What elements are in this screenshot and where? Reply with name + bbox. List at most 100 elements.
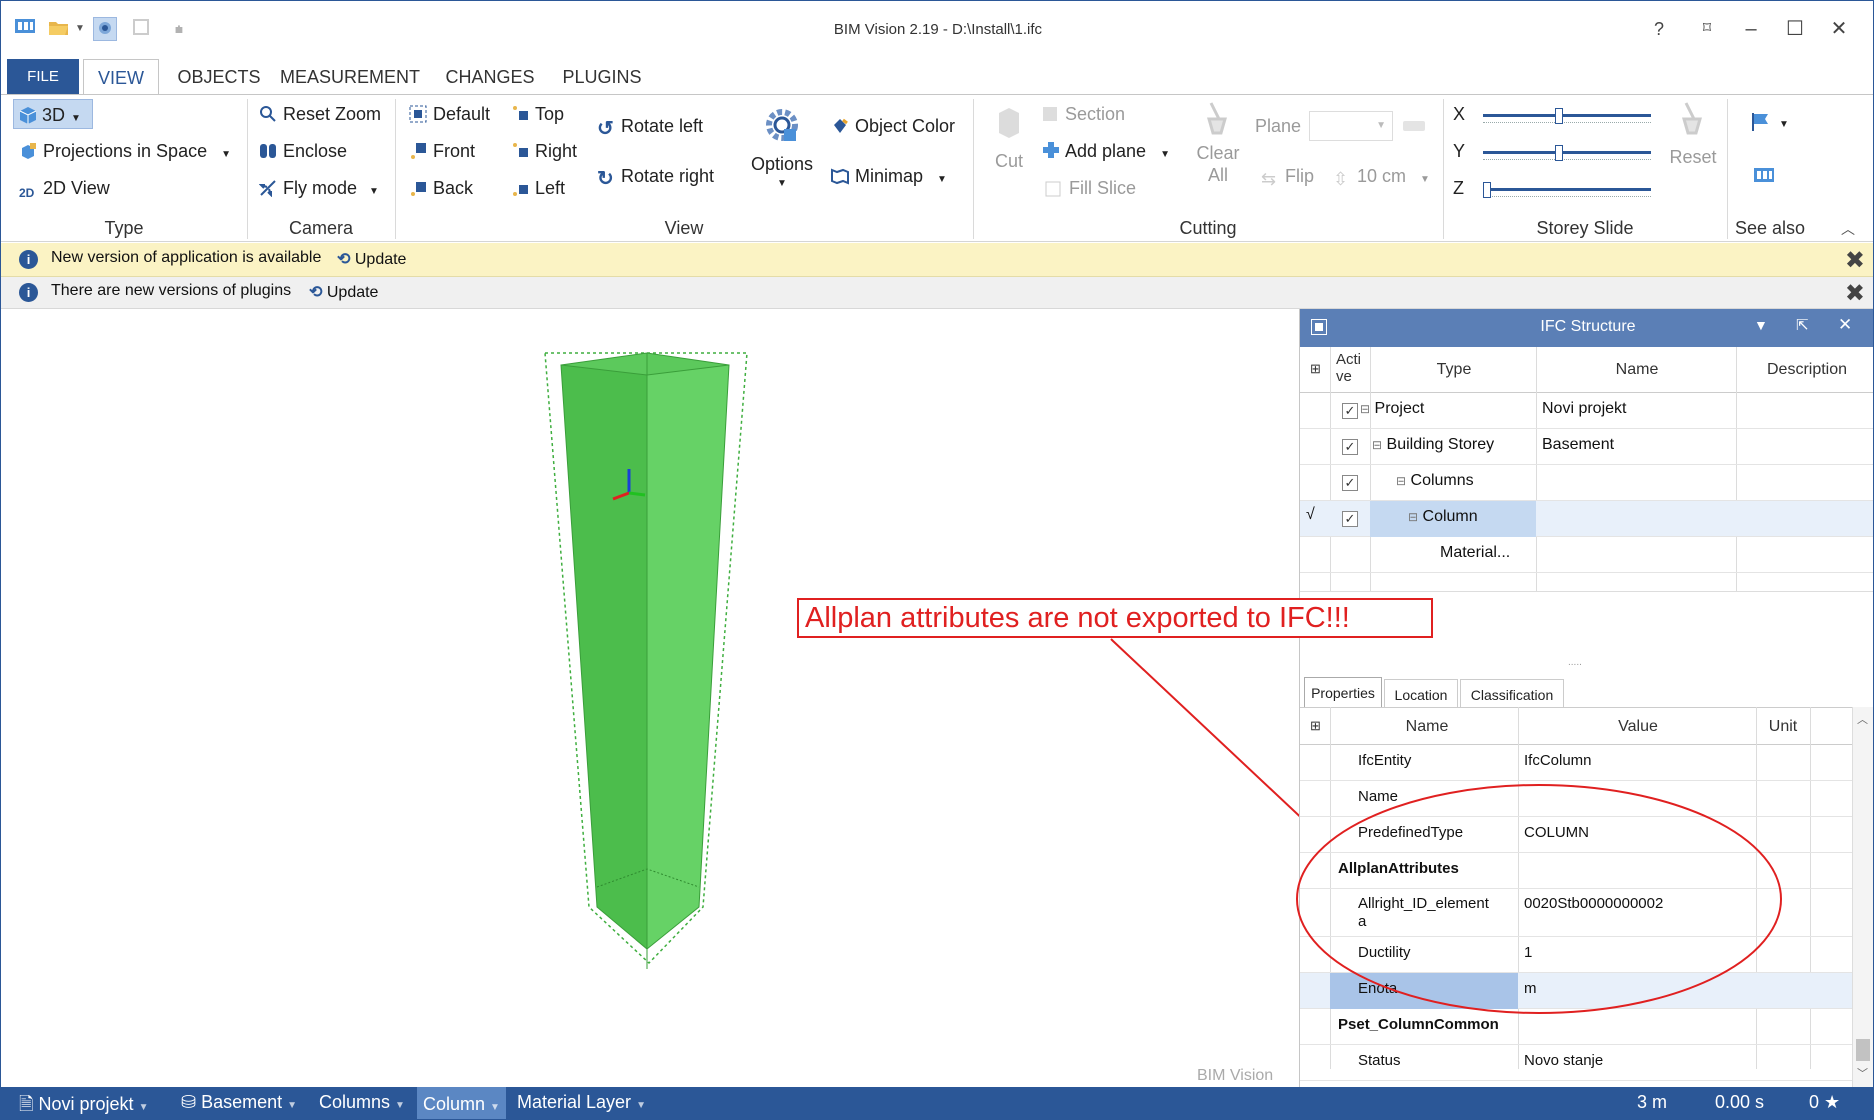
fullscreen-button[interactable]: ⌑ — [1689, 15, 1725, 43]
ribbon: 3D ▼ Projections in Space ▼ 2D 2D View Type… — [1, 94, 1873, 242]
axis-z-label: Z — [1453, 178, 1464, 198]
col-description[interactable]: Description — [1738, 361, 1873, 379]
scroll-thumb[interactable] — [1856, 1039, 1870, 1061]
view-top-button[interactable]: Top — [511, 99, 564, 129]
flip-icon: ⇆ — [1261, 169, 1277, 189]
annotation-callout: Allplan attributes are not exported to I… — [797, 598, 1433, 638]
breadcrumb-storey[interactable]: ⛁ Basement ▼ — [181, 1092, 297, 1113]
col-type[interactable]: Type — [1372, 361, 1536, 379]
rotate-left-button[interactable]: ↺ Rotate left — [597, 111, 703, 141]
properties-scrollbar[interactable]: ︿ ﹀ — [1852, 707, 1873, 1087]
tab-classification[interactable]: Classification — [1460, 679, 1564, 709]
collapse-icon[interactable]: ⊟ — [1360, 402, 1370, 416]
active-checkbox[interactable]: ✓ — [1342, 439, 1358, 455]
panel-menu-icon[interactable]: ▼ — [1754, 317, 1768, 333]
update-plugins-link[interactable]: ⟲ Update — [309, 282, 378, 302]
tree-row-selected[interactable]: √ ✓ ⊟ Column — [1300, 501, 1873, 537]
row-type: Material... — [1440, 544, 1511, 561]
projections-in-space-button[interactable]: Projections in Space ▼ — [19, 136, 231, 166]
reset-zoom-button[interactable]: Reset Zoom — [259, 99, 381, 129]
update-app-link[interactable]: ⟲ Update — [337, 249, 406, 269]
z-slider[interactable] — [1483, 181, 1651, 199]
active-checkbox[interactable]: ✓ — [1342, 511, 1358, 527]
grid-options-icon[interactable]: ⊞ — [1310, 361, 1321, 377]
breadcrumb-column[interactable]: Column ▼ — [417, 1087, 506, 1119]
tab-view[interactable]: VIEW — [83, 59, 159, 96]
help-button[interactable]: ? — [1641, 15, 1677, 43]
grid-options-icon[interactable]: ⊞ — [1310, 718, 1321, 734]
view-left-button[interactable]: Left — [511, 173, 565, 203]
info-icon: i — [19, 283, 38, 302]
3d-button[interactable]: 3D ▼ — [13, 99, 93, 129]
col-prop-unit[interactable]: Unit — [1758, 718, 1808, 736]
tree-row[interactable]: ✓ ⊟ Building Storey Basement — [1300, 429, 1873, 465]
structure-header: ⊞ Acti ve Type Name Description — [1300, 347, 1873, 393]
projection-icon — [19, 139, 39, 159]
splitter-handle[interactable]: ..... — [1568, 657, 1582, 668]
col-name[interactable]: Name — [1538, 361, 1736, 379]
scroll-down-icon[interactable]: ﹀ — [1857, 1065, 1868, 1081]
rotate-right-icon: ↻ — [597, 168, 614, 190]
2d-view-button[interactable]: 2D 2D View — [19, 173, 110, 203]
panel-close-icon[interactable]: ✕ — [1838, 315, 1852, 335]
notification-text: There are new versions of plugins — [51, 282, 292, 299]
tab-objects[interactable]: OBJECTS — [169, 59, 269, 95]
broom-icon — [1183, 101, 1253, 142]
3d-viewport[interactable]: BIM Vision — [1, 309, 1442, 1087]
tab-changes[interactable]: CHANGES — [439, 59, 541, 95]
add-plane-button[interactable]: Add plane ▼ — [1041, 136, 1170, 166]
view-back-button[interactable]: Back — [409, 173, 473, 203]
rating-readout[interactable]: 0 ★ — [1809, 1092, 1840, 1113]
col-prop-name[interactable]: Name — [1336, 718, 1518, 736]
view-right-button[interactable]: Right — [511, 136, 577, 166]
options-button[interactable]: Options ▼ — [747, 105, 817, 215]
close-button[interactable]: ✕ — [1821, 15, 1857, 43]
ribbon-tabs: FILE VIEW OBJECTS MEASUREMENT CHANGES PL… — [1, 59, 1873, 96]
tree-row[interactable]: Material... — [1300, 537, 1873, 573]
fly-mode-button[interactable]: Fly mode ▼ — [258, 173, 379, 203]
scroll-up-icon[interactable]: ︿ — [1857, 711, 1868, 727]
annotation-ellipse-shape — [1296, 784, 1782, 1014]
stepper-icon: ⇳ — [1333, 169, 1349, 189]
close-notification-icon[interactable]: ✖ — [1845, 279, 1865, 308]
collapse-icon[interactable]: ⊟ — [1372, 438, 1382, 452]
rotate-right-button[interactable]: ↻ Rotate right — [597, 161, 714, 191]
maximize-button[interactable]: ☐ — [1777, 15, 1813, 43]
tree-row[interactable]: ✓ ⊟ Project Novi projekt — [1300, 393, 1873, 429]
tab-location[interactable]: Location — [1384, 679, 1458, 709]
cut-button[interactable]: Cut — [987, 105, 1031, 205]
minimize-button[interactable]: – — [1733, 15, 1769, 43]
breadcrumb-columns[interactable]: Columns ▼ — [319, 1092, 405, 1113]
tab-measurement[interactable]: MEASUREMENT — [277, 59, 423, 95]
tree-row[interactable]: ✓ ⊟ Columns — [1300, 465, 1873, 501]
collapse-icon[interactable]: ⊟ — [1408, 510, 1418, 524]
tab-properties[interactable]: Properties — [1304, 677, 1382, 707]
left-view-icon — [511, 176, 531, 196]
active-checkbox[interactable]: ✓ — [1342, 403, 1358, 419]
view-default-button[interactable]: Default — [409, 99, 490, 129]
tab-plugins[interactable]: PLUGINS — [557, 59, 647, 95]
enclose-button[interactable]: Enclose — [259, 136, 347, 166]
col-prop-value[interactable]: Value — [1520, 718, 1756, 736]
clear-all-button: Clear All — [1183, 101, 1253, 217]
minimap-button[interactable]: Minimap ▼ — [831, 161, 947, 191]
tab-file[interactable]: FILE — [7, 59, 79, 95]
collapse-icon[interactable]: ⊟ — [1396, 474, 1406, 488]
view-front-button[interactable]: Front — [409, 136, 475, 166]
flag-button[interactable]: ▼ — [1749, 111, 1789, 138]
close-notification-icon[interactable]: ✖ — [1845, 246, 1865, 275]
x-slider[interactable] — [1483, 107, 1651, 125]
object-color-button[interactable]: Object Color — [831, 111, 955, 141]
breadcrumb-project[interactable]: 🗎 Novi projekt ▼ — [19, 1092, 148, 1119]
bim-vision-link-icon[interactable] — [1753, 167, 1775, 188]
breadcrumb-material[interactable]: Material Layer ▼ — [517, 1092, 646, 1113]
panel-header: IFC Structure ▼ ⇱ ✕ — [1300, 309, 1873, 347]
column-left-face — [560, 364, 648, 951]
panel-title: IFC Structure — [1540, 318, 1636, 335]
3d-model-canvas[interactable] — [1, 309, 1442, 1087]
col-active[interactable]: Acti ve — [1336, 351, 1370, 385]
collapse-ribbon-icon[interactable]: ︿ — [1841, 219, 1855, 239]
y-slider[interactable] — [1483, 144, 1651, 162]
panel-float-icon[interactable]: ⇱ — [1796, 316, 1809, 334]
active-checkbox[interactable]: ✓ — [1342, 475, 1358, 491]
